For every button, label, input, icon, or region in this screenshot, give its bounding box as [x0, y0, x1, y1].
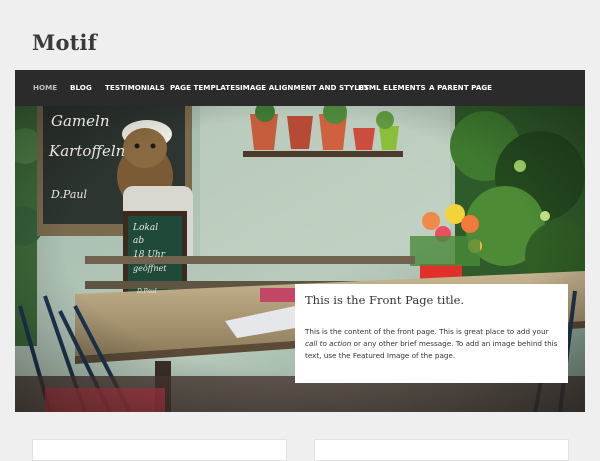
content-widget-left	[32, 439, 287, 461]
nav-item-image-alignment[interactable]: IMAGE ALIGNMENT AND STYLES	[240, 70, 369, 106]
small-sign-line-3: 18 Uhr	[133, 250, 166, 260]
nav-item-parent-page[interactable]: A PARENT PAGE	[429, 70, 492, 106]
chalkboard-line-3: D.Paul	[50, 188, 87, 201]
nav-item-testimonials[interactable]: TESTIMONIALS	[105, 70, 165, 106]
front-page-content-box: This is the Front Page title. This is th…	[295, 284, 568, 383]
content-widget-right	[314, 439, 569, 461]
front-page-title: This is the Front Page title.	[305, 293, 465, 307]
front-page-body-emphasis: call to action	[305, 339, 352, 348]
chalkboard-line-1: Gameln	[51, 112, 109, 130]
nav-item-home[interactable]: HOME	[33, 70, 57, 106]
small-sign-line-1: Lokal	[132, 223, 158, 233]
main-navigation: HOME BLOG TESTIMONIALS PAGE TEMPLATES IM…	[15, 70, 585, 106]
small-sign-line-4: geöffnet	[133, 264, 167, 273]
chalkboard-line-2: Kartoffeln	[48, 142, 125, 160]
small-sign-line-5: D.Paul	[136, 288, 157, 295]
nav-item-page-templates[interactable]: PAGE TEMPLATES	[170, 70, 240, 106]
nav-item-html-elements[interactable]: HTML ELEMENTS	[358, 70, 426, 106]
front-page-body-text-1: This is the content of the front page. T…	[305, 327, 549, 336]
front-page-body: This is the content of the front page. T…	[305, 326, 560, 362]
small-sign-line-2: ab	[133, 236, 144, 246]
hero-section: Gameln Kartoffeln D.Paul Lokal ab 18 Uhr…	[15, 106, 585, 412]
nav-item-blog[interactable]: BLOG	[70, 70, 92, 106]
site-title[interactable]: Motif	[32, 30, 97, 55]
